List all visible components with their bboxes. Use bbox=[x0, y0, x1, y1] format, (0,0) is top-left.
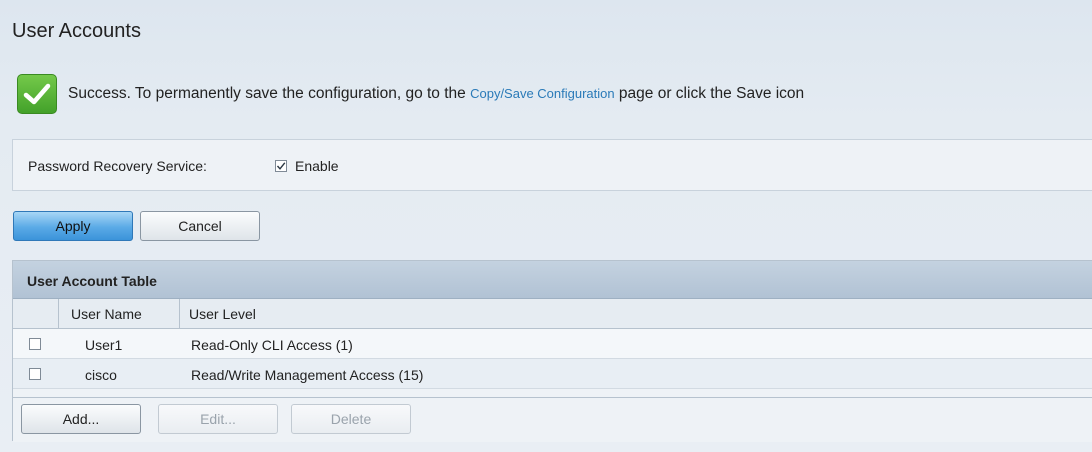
copy-save-configuration-link[interactable]: Copy/Save Configuration bbox=[470, 86, 615, 101]
edit-button[interactable]: Edit... bbox=[158, 404, 278, 434]
column-divider bbox=[179, 299, 180, 328]
checkmark-icon bbox=[276, 162, 286, 170]
table-row: User1 Read-Only CLI Access (1) bbox=[13, 329, 1092, 359]
enable-label: Enable bbox=[295, 158, 339, 174]
success-message-text: Success. To permanently save the configu… bbox=[68, 85, 471, 102]
password-recovery-label: Password Recovery Service: bbox=[28, 158, 207, 174]
success-message: Success. To permanently save the configu… bbox=[68, 85, 804, 103]
user-name-cell: cisco bbox=[85, 367, 117, 383]
page-title: User Accounts bbox=[12, 20, 141, 42]
success-message-suffix: page or click the Save icon bbox=[614, 85, 805, 102]
check-icon bbox=[23, 83, 51, 105]
row-select-checkbox[interactable] bbox=[29, 338, 41, 350]
row-select-checkbox[interactable] bbox=[29, 368, 41, 380]
success-check-icon bbox=[17, 74, 57, 114]
table-row: cisco Read/Write Management Access (15) bbox=[13, 359, 1092, 389]
delete-button[interactable]: Delete bbox=[291, 404, 411, 434]
table-header-row: User Name User Level bbox=[13, 299, 1092, 329]
user-name-cell: User1 bbox=[85, 337, 123, 353]
password-recovery-panel: Password Recovery Service: Enable bbox=[12, 139, 1092, 191]
apply-button[interactable]: Apply bbox=[13, 211, 133, 241]
user-account-table: User Account Table User Name User Level … bbox=[12, 260, 1092, 442]
column-header-user-level: User Level bbox=[189, 306, 256, 322]
column-divider bbox=[58, 299, 59, 328]
table-caption: User Account Table bbox=[13, 261, 1092, 299]
cancel-button[interactable]: Cancel bbox=[140, 211, 260, 241]
user-level-cell: Read-Only CLI Access (1) bbox=[191, 337, 353, 353]
table-footer: Add... Edit... Delete bbox=[13, 397, 1092, 442]
password-recovery-enable-checkbox[interactable] bbox=[275, 160, 287, 172]
add-button[interactable]: Add... bbox=[21, 404, 141, 434]
user-level-cell: Read/Write Management Access (15) bbox=[191, 367, 424, 383]
column-header-user-name: User Name bbox=[71, 306, 142, 322]
